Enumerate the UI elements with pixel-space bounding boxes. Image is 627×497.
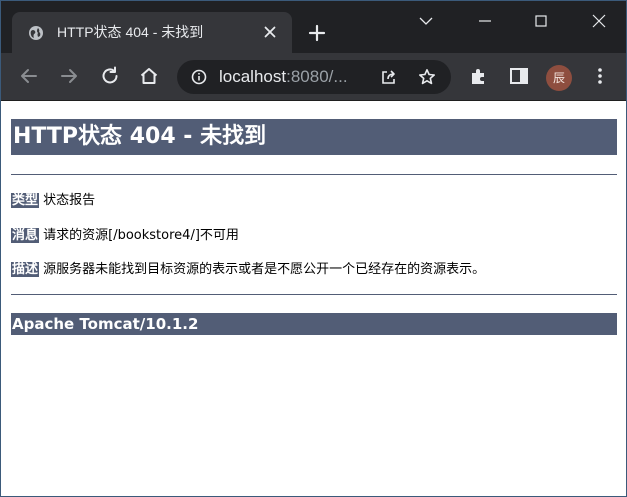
divider (11, 294, 617, 295)
server-footer: Apache Tomcat/10.1.2 (11, 313, 617, 335)
share-icon[interactable] (380, 68, 398, 86)
message-value: 请求的资源[/bookstore4/]不可用 (39, 228, 239, 243)
address-bar[interactable]: localhost:8080/... (177, 60, 451, 94)
type-value: 状态报告 (39, 193, 96, 208)
side-panel-icon[interactable] (508, 65, 530, 87)
chevron-down-icon[interactable] (414, 9, 438, 33)
message-row: 消息 请求的资源[/bookstore4/]不可用 (11, 227, 617, 245)
browser-tab[interactable]: HTTP状态 404 - 未找到 (12, 12, 292, 53)
message-label: 消息 (11, 228, 40, 243)
plus-icon[interactable] (307, 23, 327, 43)
close-icon[interactable] (262, 24, 278, 40)
maximize-icon[interactable] (529, 9, 553, 33)
more-vert-icon[interactable] (589, 65, 611, 87)
forward-arrow-icon[interactable] (58, 65, 80, 87)
page-title: HTTP状态 404 - 未找到 (11, 119, 617, 155)
close-icon[interactable] (587, 9, 611, 33)
minimize-icon[interactable] (473, 9, 497, 33)
tab-title: HTTP状态 404 - 未找到 (57, 24, 204, 40)
browser-window: HTTP状态 404 - 未找到 localhost:8080/... 辰 HT… (0, 0, 627, 497)
reload-icon[interactable] (99, 65, 121, 87)
page-content: HTTP状态 404 - 未找到 类型 状态报告 消息 请求的资源[/books… (11, 119, 617, 335)
description-row: 描述 源服务器未能找到目标资源的表示或者是不愿公开一个已经存在的资源表示。 (11, 261, 617, 279)
home-icon[interactable] (138, 65, 160, 87)
url-rest: :8080/... (286, 67, 348, 86)
title-bar: HTTP状态 404 - 未找到 (1, 1, 626, 53)
type-label: 类型 (11, 193, 40, 208)
url-host: localhost (219, 67, 287, 86)
type-row: 类型 状态报告 (11, 192, 617, 210)
description-value: 源服务器未能找到目标资源的表示或者是不愿公开一个已经存在的资源表示。 (39, 262, 486, 277)
back-arrow-icon[interactable] (18, 65, 40, 87)
url-text[interactable]: localhost:8080/... (219, 67, 369, 87)
extensions-puzzle-icon[interactable] (468, 65, 490, 87)
browser-toolbar: localhost:8080/... 辰 (1, 53, 626, 101)
avatar[interactable]: 辰 (546, 65, 572, 91)
divider (11, 174, 617, 175)
description-label: 描述 (11, 262, 40, 277)
globe-icon (29, 26, 43, 40)
star-icon[interactable] (418, 68, 436, 86)
info-icon[interactable] (191, 69, 207, 85)
